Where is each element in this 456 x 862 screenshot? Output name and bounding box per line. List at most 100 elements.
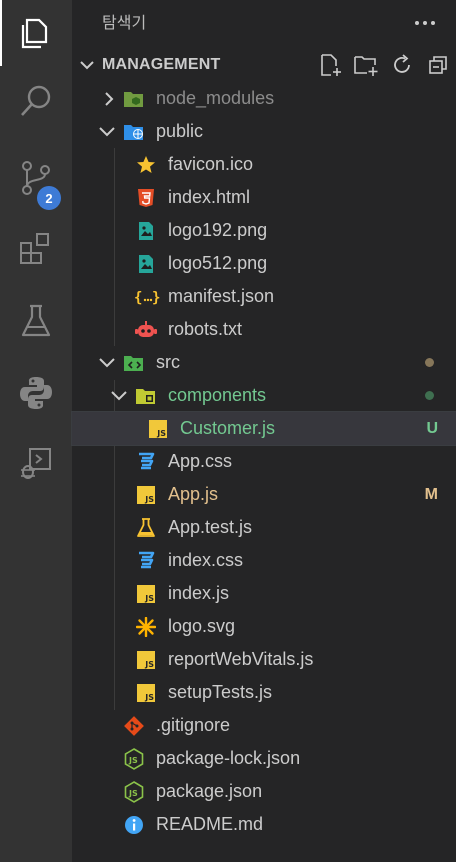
- file-name: logo512.png: [168, 253, 268, 273]
- more-actions-button[interactable]: [410, 10, 440, 36]
- file-name: logo192.png: [168, 220, 268, 240]
- source-control-button[interactable]: 2: [0, 145, 72, 211]
- star-icon: [135, 154, 157, 176]
- svg-asterisk-icon: [135, 616, 157, 638]
- svg-text:{: {: [134, 290, 142, 306]
- new-file-icon: [321, 54, 341, 76]
- python-button[interactable]: [0, 360, 72, 426]
- tree-item-package-json[interactable]: JS package.json: [72, 775, 456, 808]
- file-name: .gitignore: [156, 715, 231, 735]
- sidebar-title: 탐색기: [102, 13, 147, 32]
- tree-item-logo512[interactable]: logo512.png: [72, 247, 456, 280]
- svg-text:JS: JS: [128, 789, 138, 798]
- js-icon: JS: [135, 649, 157, 671]
- svg-text:JS: JS: [128, 756, 138, 765]
- tree-item-robots[interactable]: robots.txt: [72, 313, 456, 346]
- new-folder-button[interactable]: [352, 53, 380, 77]
- refresh-button[interactable]: [388, 53, 416, 77]
- file-name: package.json: [156, 781, 263, 801]
- js-icon: JS: [135, 682, 157, 704]
- tree-item-app-css[interactable]: App.css: [72, 445, 456, 478]
- tree-item-setup-tests[interactable]: JS setupTests.js: [72, 676, 456, 709]
- file-name: App.css: [168, 451, 233, 471]
- file-name: src: [156, 352, 180, 372]
- image-icon: [135, 253, 157, 275]
- file-name: public: [156, 121, 204, 141]
- tree-item-index-css[interactable]: index.css: [72, 544, 456, 577]
- collapse-all-button[interactable]: [424, 53, 452, 77]
- nodejs-icon: JS: [123, 780, 145, 803]
- git-icon: [123, 715, 145, 737]
- tree-item-index-js[interactable]: JS index.js: [72, 577, 456, 610]
- remote-debug-button[interactable]: [0, 430, 72, 496]
- search-icon: [21, 85, 51, 116]
- js-icon: JS: [147, 418, 169, 440]
- remote-debug-icon: [21, 448, 51, 479]
- image-icon: [135, 220, 157, 242]
- file-name: logo.svg: [168, 616, 236, 636]
- extensions-button[interactable]: [0, 216, 72, 282]
- testing-button[interactable]: [0, 288, 72, 354]
- info-icon: [123, 814, 145, 836]
- search-button[interactable]: [0, 68, 72, 134]
- css-icon: [135, 451, 157, 473]
- file-name: index.js: [168, 583, 230, 603]
- activity-bar: 2: [0, 0, 72, 862]
- git-status-untracked: U: [426, 420, 438, 437]
- tree-item-logo-svg[interactable]: logo.svg: [72, 610, 456, 643]
- file-name: node_modules: [156, 88, 275, 108]
- file-name: reportWebVitals.js: [168, 649, 314, 669]
- files-icon: [21, 18, 48, 49]
- js-icon: JS: [135, 484, 157, 506]
- test-flask-icon: [135, 517, 157, 539]
- tree-item-app-js[interactable]: JS App.js M: [72, 478, 456, 511]
- new-folder-icon: [354, 56, 378, 76]
- nodejs-icon: JS: [123, 747, 145, 770]
- python-icon: [20, 377, 52, 409]
- tree-item-app-test-js[interactable]: App.test.js: [72, 511, 456, 544]
- file-name: index.css: [168, 550, 244, 570]
- svg-text:}: }: [152, 290, 160, 306]
- chevron-right-icon: [99, 89, 119, 109]
- robot-icon: [135, 319, 157, 341]
- file-name: App.test.js: [168, 517, 253, 537]
- file-name: package-lock.json: [156, 748, 301, 768]
- source-control-badge: 2: [37, 186, 61, 210]
- tree-item-public[interactable]: public: [72, 115, 456, 148]
- tree-item-report-web-vitals[interactable]: JS reportWebVitals.js: [72, 643, 456, 676]
- folder-node-icon: [123, 88, 145, 110]
- workspace-section-header[interactable]: MANAGEMENT: [72, 50, 456, 80]
- git-status-modified: M: [424, 486, 438, 503]
- extensions-icon: [20, 233, 49, 264]
- chevron-down-icon: [109, 386, 129, 406]
- folder-components-icon: [135, 385, 157, 407]
- tree-item-package-lock[interactable]: JS package-lock.json: [72, 742, 456, 775]
- tree-item-logo192[interactable]: logo192.png: [72, 214, 456, 247]
- file-name: index.html: [168, 187, 251, 207]
- file-name: robots.txt: [168, 319, 243, 339]
- new-file-button[interactable]: [316, 53, 344, 77]
- file-name: README.md: [156, 814, 264, 834]
- folder-src-icon: [123, 352, 145, 374]
- explorer-button[interactable]: [0, 0, 72, 66]
- tree-item-index-html[interactable]: index.html: [72, 181, 456, 214]
- tree-item-node-modules[interactable]: node_modules: [72, 82, 456, 115]
- tree-item-favicon[interactable]: favicon.ico: [72, 148, 456, 181]
- js-icon: JS: [135, 583, 157, 605]
- chevron-down-icon: [97, 122, 117, 142]
- css-icon: [135, 550, 157, 572]
- tree-item-readme[interactable]: README.md: [72, 808, 456, 841]
- tree-item-gitignore[interactable]: .gitignore: [72, 709, 456, 742]
- chevron-down-icon: [78, 56, 96, 78]
- explorer-sidebar: 탐색기 MANAGEMENT node_modules public favic…: [71, 0, 456, 862]
- tree-item-src[interactable]: src: [72, 346, 456, 379]
- tree-item-customer-js[interactable]: JS Customer.js U: [71, 411, 456, 446]
- file-name: components: [168, 385, 267, 405]
- ellipsis-icon: [415, 21, 435, 25]
- untracked-dot: [425, 391, 434, 400]
- refresh-icon: [394, 54, 410, 73]
- file-name: setupTests.js: [168, 682, 273, 702]
- tree-item-components[interactable]: components: [72, 379, 456, 412]
- workspace-label: MANAGEMENT: [102, 56, 221, 73]
- tree-item-manifest[interactable]: {} manifest.json: [72, 280, 456, 313]
